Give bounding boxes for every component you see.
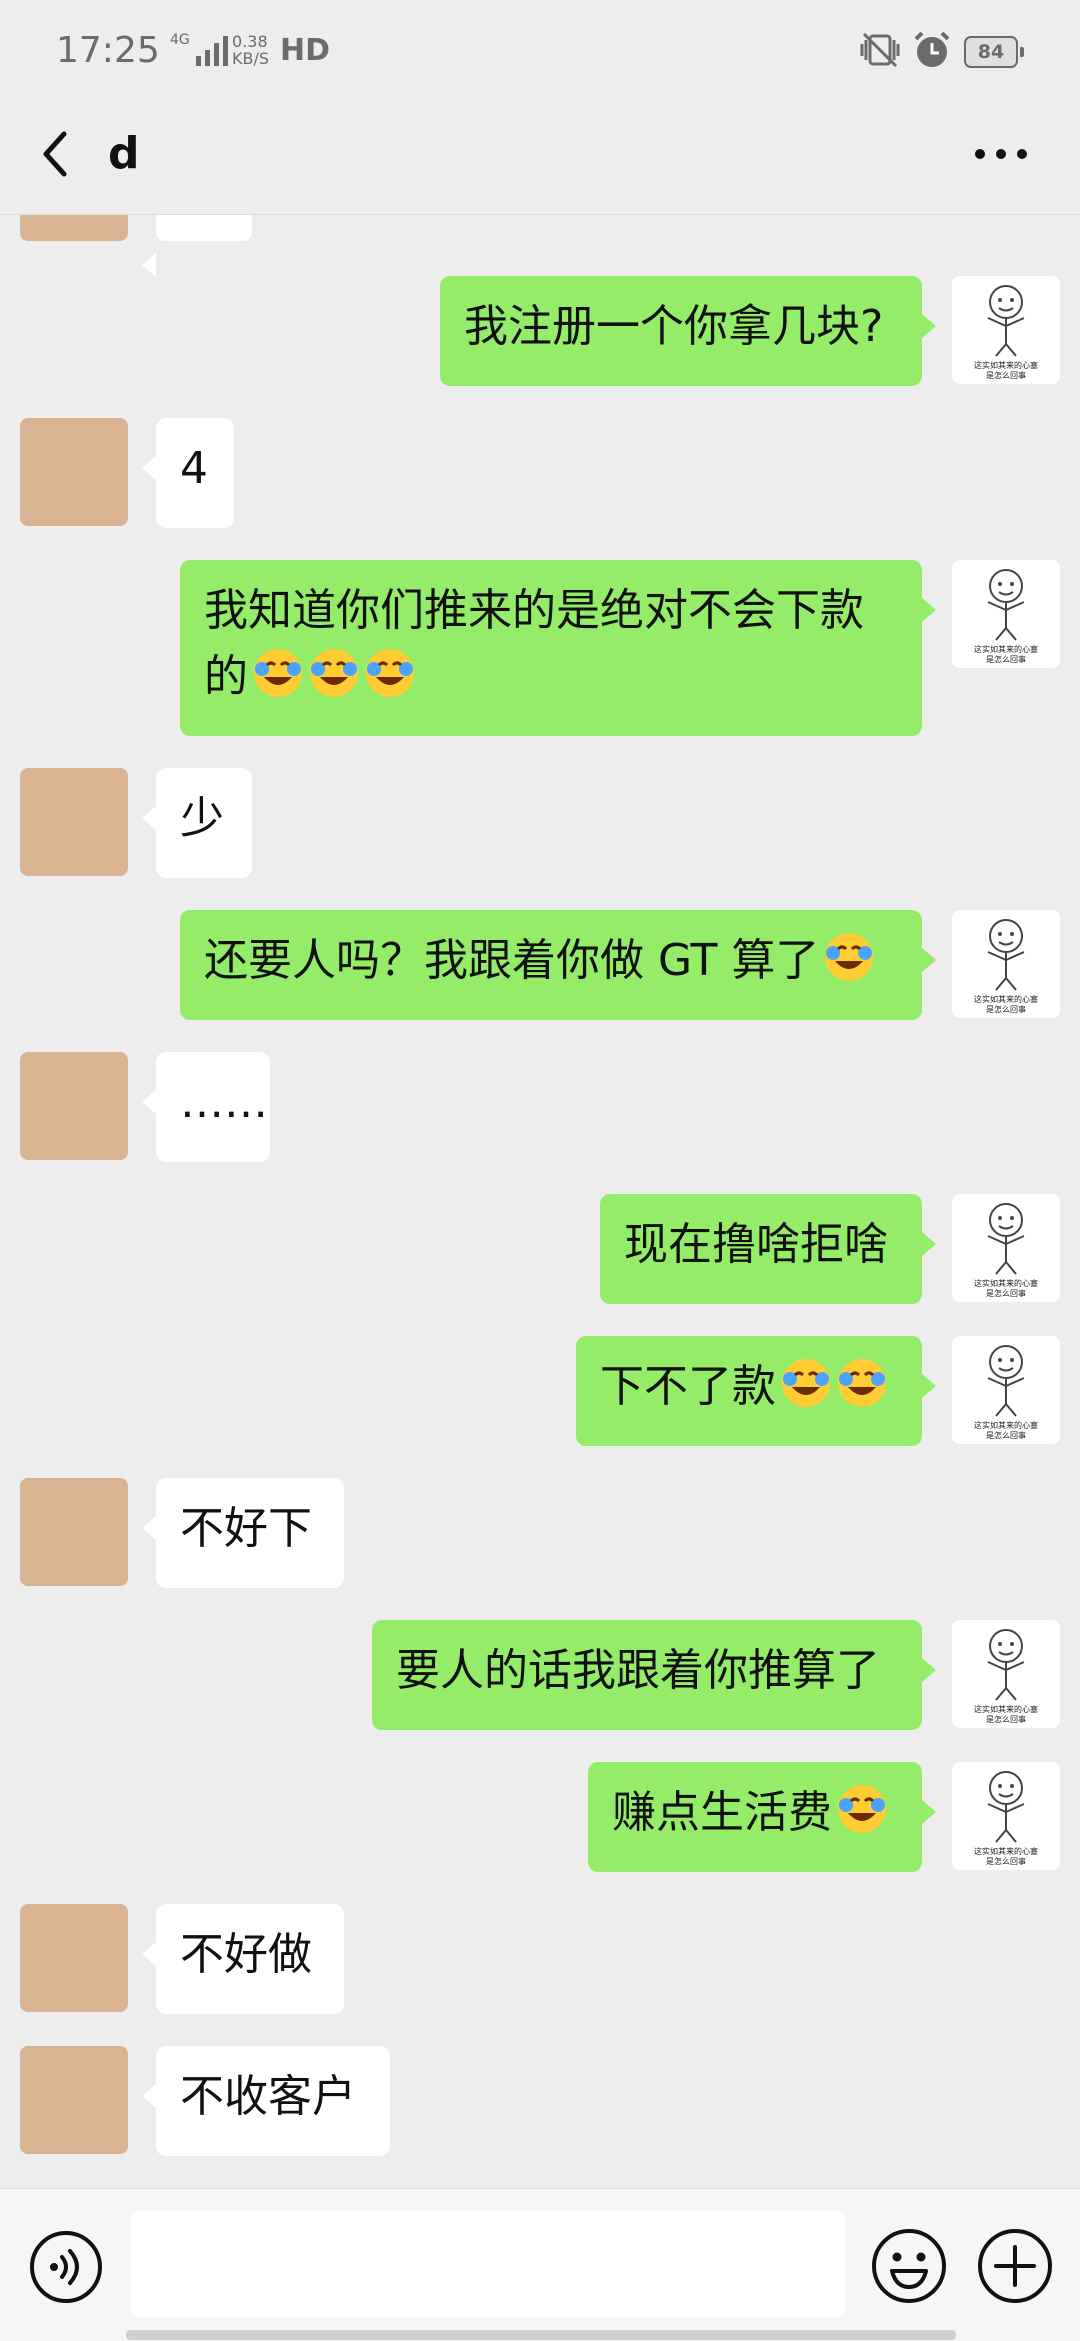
my-avatar[interactable]: 这实如其来的心塞 是怎么回事: [952, 910, 1060, 1018]
joy-tears-emoji: [364, 647, 416, 699]
message-text: 4: [180, 443, 208, 494]
joy-tears-emoji: [823, 931, 875, 983]
message-text: 不好做: [180, 1929, 312, 1980]
my-avatar[interactable]: 这实如其来的心塞 是怎么回事: [952, 1194, 1060, 1302]
sticker-stickman-icon: 这实如其来的心塞 是怎么回事: [974, 285, 1038, 380]
joy-tears-emoji: [836, 1357, 888, 1409]
contact-avatar[interactable]: [20, 768, 128, 876]
smiley-icon[interactable]: [870, 2227, 948, 2305]
svg-text:这实如其来的心塞: 这实如其来的心塞: [974, 994, 1038, 1004]
svg-text:是怎么回事: 是怎么回事: [986, 1430, 1026, 1440]
plus-icon[interactable]: [976, 2227, 1054, 2305]
sticker-stickman-icon: 这实如其来的心塞 是怎么回事: [974, 1629, 1038, 1724]
svg-text:是怎么回事: 是怎么回事: [986, 654, 1026, 664]
message-text: 赚点生活费: [612, 1787, 832, 1838]
message-text: 不收客户: [180, 2071, 356, 2122]
message-bubble[interactable]: 不收客户: [142, 2046, 390, 2156]
my-avatar[interactable]: 这实如其来的心塞 是怎么回事: [952, 276, 1060, 384]
message-bubble[interactable]: 赚点生活费: [588, 1762, 936, 1872]
gesture-bar: [126, 2330, 956, 2340]
message-text: 还要人吗？我跟着你做 GT 算了: [204, 935, 820, 986]
message-text: ……: [180, 1077, 268, 1128]
joy-tears-emoji: [252, 647, 304, 699]
my-avatar[interactable]: 这实如其来的心塞 是怎么回事: [952, 1762, 1060, 1870]
sticker-stickman-icon: 这实如其来的心塞 是怎么回事: [974, 1771, 1038, 1866]
message-bubble[interactable]: 下不了款: [576, 1336, 936, 1446]
message-list[interactable]: 我注册一个你拿几块? 这实如其来的心塞 是怎么回事 4 我知道你们推来的是绝对不…: [0, 0, 1080, 2340]
contact-avatar[interactable]: [20, 215, 128, 241]
sticker-stickman-icon: 这实如其来的心塞 是怎么回事: [974, 1203, 1038, 1298]
joy-tears-emoji: [836, 1783, 888, 1835]
message-bubble[interactable]: 少: [142, 768, 252, 878]
message-text: 下不了款: [600, 1361, 776, 1412]
voice-icon[interactable]: [28, 2229, 104, 2305]
my-avatar[interactable]: 这实如其来的心塞 是怎么回事: [952, 1336, 1060, 1444]
sticker-stickman-icon: 这实如其来的心塞 是怎么回事: [974, 569, 1038, 664]
message-input[interactable]: [130, 2211, 846, 2317]
sticker-caption: 这实如其来的心塞: [974, 360, 1038, 370]
joy-tears-emoji: [308, 647, 360, 699]
contact-avatar[interactable]: [20, 1478, 128, 1586]
message-bubble[interactable]: ……: [142, 1052, 270, 1162]
sticker-stickman-icon: 这实如其来的心塞 是怎么回事: [974, 919, 1038, 1014]
message-bubble[interactable]: 不好做: [142, 1904, 344, 2014]
my-avatar[interactable]: 这实如其来的心塞 是怎么回事: [952, 560, 1060, 668]
message-text: 现在撸啥拒啥: [624, 1219, 888, 1270]
contact-avatar[interactable]: [20, 1052, 128, 1160]
svg-text:是怎么回事: 是怎么回事: [986, 1288, 1026, 1298]
svg-text:是怎么回事: 是怎么回事: [986, 370, 1026, 380]
message-bubble[interactable]: 现在撸啥拒啥: [600, 1194, 936, 1304]
message-text: 少: [180, 793, 224, 844]
contact-avatar[interactable]: [20, 1904, 128, 2012]
message-bubble[interactable]: 不好下: [142, 1478, 344, 1588]
message-bubble[interactable]: 我知道你们推来的是绝对不会下款的: [180, 560, 936, 736]
partial-message-bubble: [142, 215, 252, 277]
svg-text:这实如其来的心塞: 这实如其来的心塞: [974, 1704, 1038, 1714]
message-input-bar: [0, 2188, 1080, 2341]
svg-text:这实如其来的心塞: 这实如其来的心塞: [974, 1278, 1038, 1288]
message-bubble[interactable]: 还要人吗？我跟着你做 GT 算了: [180, 910, 936, 1020]
message-text: 不好下: [180, 1503, 312, 1554]
message-bubble[interactable]: 4: [142, 418, 234, 528]
contact-avatar[interactable]: [20, 2046, 128, 2154]
joy-tears-emoji: [780, 1357, 832, 1409]
svg-text:是怎么回事: 是怎么回事: [986, 1004, 1026, 1014]
svg-text:这实如其来的心塞: 这实如其来的心塞: [974, 1846, 1038, 1856]
sticker-stickman-icon: 这实如其来的心塞 是怎么回事: [974, 1345, 1038, 1440]
svg-text:这实如其来的心塞: 这实如其来的心塞: [974, 1420, 1038, 1430]
my-avatar[interactable]: 这实如其来的心塞 是怎么回事: [952, 1620, 1060, 1728]
message-bubble[interactable]: 要人的话我跟着你推算了: [372, 1620, 936, 1730]
contact-avatar[interactable]: [20, 418, 128, 526]
message-text: 我注册一个你拿几块?: [464, 301, 884, 352]
message-text: 要人的话我跟着你推算了: [396, 1645, 880, 1696]
svg-text:是怎么回事: 是怎么回事: [986, 1714, 1026, 1724]
svg-text:这实如其来的心塞: 这实如其来的心塞: [974, 644, 1038, 654]
message-bubble[interactable]: 我注册一个你拿几块?: [440, 276, 936, 386]
svg-text:是怎么回事: 是怎么回事: [986, 1856, 1026, 1866]
